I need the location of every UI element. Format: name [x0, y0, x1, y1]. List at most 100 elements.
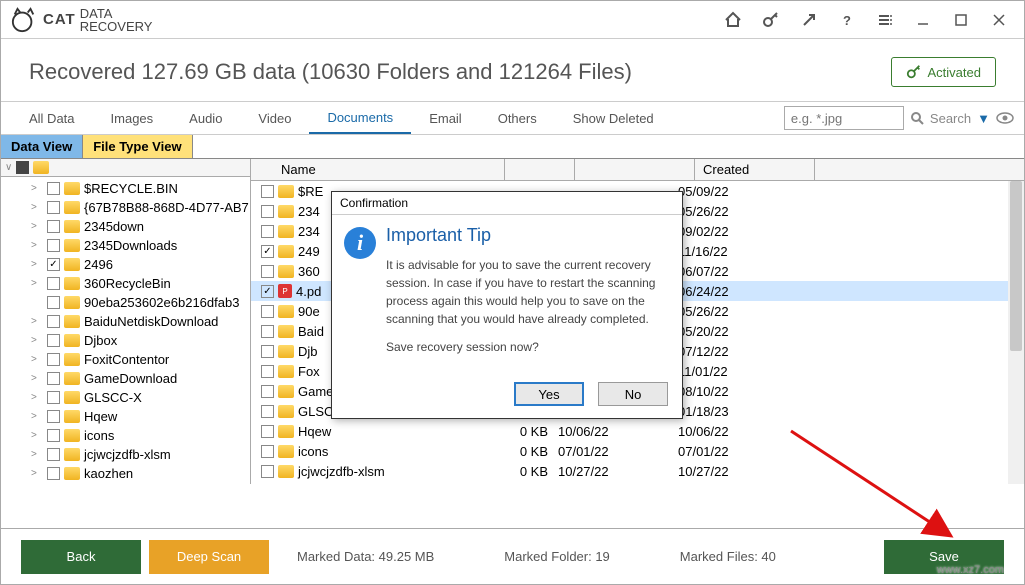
checkbox[interactable]	[261, 445, 274, 458]
tree-item[interactable]: >2345Downloads	[1, 236, 250, 255]
checkbox[interactable]	[47, 410, 60, 423]
file-created: 01/18/23	[678, 404, 798, 419]
maximize-button[interactable]	[944, 6, 978, 34]
file-row[interactable]: jcjwcjzdfb-xlsm0 KB10/27/2210/27/22	[251, 461, 1024, 481]
folder-icon	[278, 225, 294, 238]
activated-label: Activated	[928, 65, 981, 80]
share-icon[interactable]	[792, 6, 826, 34]
folder-icon	[64, 296, 80, 309]
checkbox[interactable]	[261, 365, 274, 378]
checkbox[interactable]	[261, 265, 274, 278]
checkbox[interactable]	[261, 245, 274, 258]
checkbox[interactable]	[261, 345, 274, 358]
checkbox[interactable]	[47, 182, 60, 195]
key-icon[interactable]	[754, 6, 788, 34]
tree-item[interactable]: >$RECYCLE.BIN	[1, 179, 250, 198]
checkbox[interactable]	[47, 429, 60, 442]
app-logo: CAT DATA RECOVERY	[9, 7, 152, 33]
titlebar: CAT DATA RECOVERY ?	[1, 1, 1024, 39]
data-view-tab[interactable]: Data View	[1, 135, 83, 158]
tree-item[interactable]: >GLSCC-X	[1, 388, 250, 407]
tab-show-deleted[interactable]: Show Deleted	[555, 102, 672, 134]
checkbox[interactable]	[47, 296, 60, 309]
tab-documents[interactable]: Documents	[309, 102, 411, 134]
tree-item[interactable]: >FoxitContentor	[1, 350, 250, 369]
checkbox[interactable]	[261, 325, 274, 338]
logo-text-1: DATA	[80, 7, 153, 20]
file-size: 0 KB	[488, 444, 558, 459]
col-modified[interactable]	[575, 159, 695, 180]
file-row[interactable]: Hqew0 KB10/06/2210/06/22	[251, 421, 1024, 441]
deep-scan-button[interactable]: Deep Scan	[149, 540, 269, 574]
checkbox[interactable]	[261, 465, 274, 478]
file-created: 05/26/22	[678, 304, 798, 319]
file-name: Fox	[298, 364, 320, 379]
tree-item[interactable]: 90eba253602e6b216dfab3	[1, 293, 250, 312]
checkbox[interactable]	[47, 220, 60, 233]
checkbox[interactable]	[261, 405, 274, 418]
tree-item[interactable]: >2345down	[1, 217, 250, 236]
checkbox[interactable]	[261, 205, 274, 218]
checkbox[interactable]	[47, 334, 60, 347]
search-icon[interactable]	[910, 111, 924, 125]
tab-others[interactable]: Others	[480, 102, 555, 134]
tab-all-data[interactable]: All Data	[11, 102, 93, 134]
checkbox[interactable]	[261, 425, 274, 438]
close-button[interactable]	[982, 6, 1016, 34]
no-button[interactable]: No	[598, 382, 668, 406]
col-created[interactable]: Created	[695, 159, 815, 180]
tree-item[interactable]: >{67B78B88-868D-4D77-AB7	[1, 198, 250, 217]
col-size[interactable]	[505, 159, 575, 180]
scrollbar[interactable]	[1008, 181, 1024, 484]
tree-label: BaiduNetdiskDownload	[84, 314, 218, 329]
file-created: 10/06/22	[678, 424, 798, 439]
folder-icon	[278, 465, 294, 478]
tree-item[interactable]: >BaiduNetdiskDownload	[1, 312, 250, 331]
checkbox[interactable]	[47, 315, 60, 328]
folder-icon	[64, 239, 80, 252]
tree-item[interactable]: >kaozhen	[1, 464, 250, 483]
checkbox[interactable]	[261, 305, 274, 318]
checkbox[interactable]	[261, 225, 274, 238]
tab-audio[interactable]: Audio	[171, 102, 240, 134]
checkbox[interactable]	[47, 239, 60, 252]
tree-root-checkbox[interactable]	[16, 161, 29, 174]
tab-images[interactable]: Images	[93, 102, 172, 134]
checkbox[interactable]	[47, 448, 60, 461]
checkbox[interactable]	[47, 258, 60, 271]
tree-item[interactable]: >Djbox	[1, 331, 250, 350]
tree-item[interactable]: >Hqew	[1, 407, 250, 426]
tree-item[interactable]: >2496	[1, 255, 250, 274]
checkbox[interactable]	[261, 385, 274, 398]
file-type-view-tab[interactable]: File Type View	[83, 135, 192, 158]
home-icon[interactable]	[716, 6, 750, 34]
search-input[interactable]	[784, 106, 904, 130]
back-button[interactable]: Back	[21, 540, 141, 574]
file-row[interactable]: icons0 KB07/01/2207/01/22	[251, 441, 1024, 461]
checkbox[interactable]	[47, 201, 60, 214]
file-created: 06/24/22	[678, 284, 798, 299]
checkbox[interactable]	[47, 277, 60, 290]
tree-item[interactable]: >360RecycleBin	[1, 274, 250, 293]
activated-badge[interactable]: Activated	[891, 57, 996, 87]
eye-icon[interactable]	[996, 112, 1014, 124]
col-name[interactable]: Name	[273, 159, 505, 180]
checkbox[interactable]	[261, 185, 274, 198]
checkbox[interactable]	[47, 391, 60, 404]
dropdown-icon[interactable]: ▼	[977, 111, 990, 126]
checkbox[interactable]	[261, 285, 274, 298]
tab-email[interactable]: Email	[411, 102, 480, 134]
tree-item[interactable]: >icons	[1, 426, 250, 445]
scrollbar-thumb[interactable]	[1010, 181, 1022, 351]
file-created: 11/16/22	[678, 244, 798, 259]
menu-icon[interactable]	[868, 6, 902, 34]
tab-video[interactable]: Video	[240, 102, 309, 134]
tree-item[interactable]: >jcjwcjzdfb-xlsm	[1, 445, 250, 464]
minimize-button[interactable]	[906, 6, 940, 34]
checkbox[interactable]	[47, 353, 60, 366]
checkbox[interactable]	[47, 467, 60, 480]
help-icon[interactable]: ?	[830, 6, 864, 34]
checkbox[interactable]	[47, 372, 60, 385]
tree-item[interactable]: >GameDownload	[1, 369, 250, 388]
yes-button[interactable]: Yes	[514, 382, 584, 406]
